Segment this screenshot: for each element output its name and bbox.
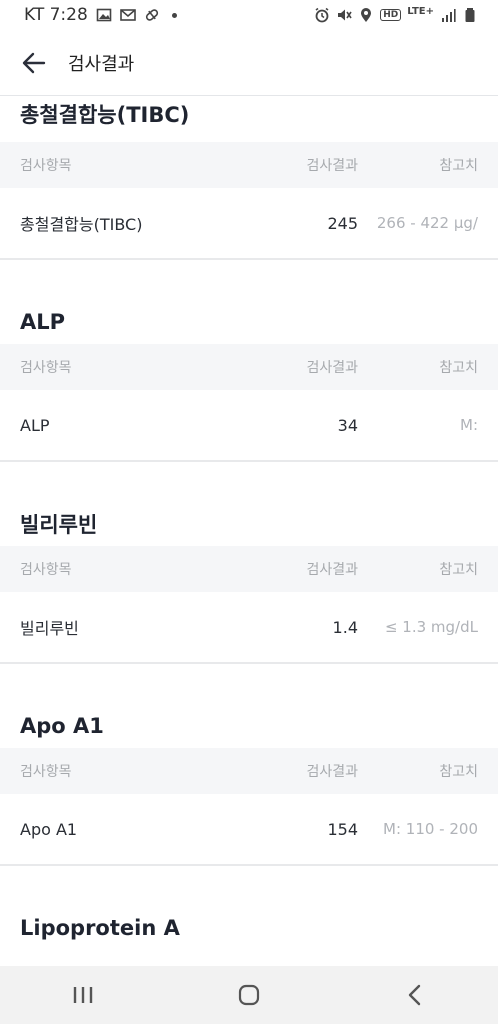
section-title: 빌리루빈 <box>20 513 98 537</box>
header-reference: 참고치 <box>439 158 478 174</box>
table-header: 검사항목 검사결과 참고치 <box>0 748 498 794</box>
home-icon <box>238 984 260 1006</box>
results-list[interactable]: 총철결합능(TIBC) 검사항목 검사결과 참고치 총철결합능(TIBC) 24… <box>0 96 498 950</box>
result-value: 1.4 <box>332 617 358 637</box>
reference-range: M: 110 - 200 <box>383 820 478 838</box>
header-reference: 참고치 <box>439 562 478 578</box>
result-section-tibc: 총철결합능(TIBC) 검사항목 검사결과 참고치 총철결합능(TIBC) 24… <box>0 96 498 260</box>
gallery-icon <box>96 7 112 23</box>
recent-apps-button[interactable] <box>53 975 113 1015</box>
back-arrow-icon <box>22 52 46 73</box>
table-row[interactable]: 총철결합능(TIBC) 245 266 - 422 μg/ <box>0 188 498 260</box>
back-button[interactable] <box>20 49 48 77</box>
result-value: 154 <box>327 819 358 839</box>
network-type: LTE+ <box>407 5 434 17</box>
status-left: KT 7:28 <box>24 5 177 25</box>
result-value: 34 <box>337 415 358 435</box>
section-title: Lipoprotein A <box>20 916 180 940</box>
home-button[interactable] <box>219 975 279 1015</box>
notification-dot-icon <box>171 12 177 18</box>
system-nav-bar <box>0 966 498 1024</box>
section-title: Apo A1 <box>20 714 104 738</box>
reference-range: 266 - 422 μg/ <box>376 214 478 232</box>
header-result: 검사결과 <box>306 562 358 578</box>
header-reference: 참고치 <box>439 360 478 376</box>
mute-icon <box>336 7 352 23</box>
table-row[interactable]: Apo A1 154 M: 110 - 200 <box>0 794 498 866</box>
status-right: HD LTE+ <box>314 5 478 23</box>
table-row[interactable]: 빌리루빈 1.4 ≤ 1.3 mg/dL <box>0 592 498 664</box>
recent-apps-icon <box>73 987 93 1003</box>
pill-icon <box>144 7 160 23</box>
header-result: 검사결과 <box>306 360 358 376</box>
result-section-alp: ALP 검사항목 검사결과 참고치 ALP 34 M: <box>0 300 498 462</box>
alarm-icon <box>314 7 330 23</box>
item-name: ALP <box>20 415 50 435</box>
app-bar: 검사결과 <box>0 30 498 96</box>
result-section-lipoprotein-a: Lipoprotein A <box>0 906 498 950</box>
page-title: 검사결과 <box>68 53 135 75</box>
back-nav-button[interactable] <box>385 975 445 1015</box>
reference-range: M: <box>460 416 478 434</box>
section-title: 총철결합능(TIBC) <box>20 103 190 127</box>
table-row[interactable]: ALP 34 M: <box>0 390 498 462</box>
result-section-apo-a1: Apo A1 검사항목 검사결과 참고치 Apo A1 154 M: 110 -… <box>0 704 498 866</box>
table-header: 검사항목 검사결과 참고치 <box>0 344 498 390</box>
chevron-left-icon <box>408 984 421 1006</box>
item-name: 빌리루빈 <box>20 619 79 638</box>
header-result: 검사결과 <box>306 158 358 174</box>
result-section-bilirubin: 빌리루빈 검사항목 검사결과 참고치 빌리루빈 1.4 ≤ 1.3 mg/dL <box>0 502 498 664</box>
item-name: 총철결합능(TIBC) <box>20 215 143 234</box>
status-bar: KT 7:28 HD LTE+ <box>0 0 498 30</box>
result-value: 245 <box>327 213 358 233</box>
reference-range: ≤ 1.3 mg/dL <box>384 618 478 636</box>
header-item: 검사항목 <box>20 360 72 376</box>
item-name: Apo A1 <box>20 819 78 839</box>
carrier-time: KT 7:28 <box>24 5 88 25</box>
header-item: 검사항목 <box>20 158 72 174</box>
signal-icon <box>440 7 456 23</box>
hd-badge: HD <box>380 9 402 21</box>
battery-icon <box>462 7 478 23</box>
mail-icon <box>119 7 136 23</box>
header-item: 검사항목 <box>20 562 72 578</box>
header-item: 검사항목 <box>20 764 72 780</box>
table-header: 검사항목 검사결과 참고치 <box>0 546 498 592</box>
section-title: ALP <box>20 310 66 334</box>
table-header: 검사항목 검사결과 참고치 <box>0 142 498 188</box>
header-result: 검사결과 <box>306 764 358 780</box>
location-icon <box>358 7 374 23</box>
header-reference: 참고치 <box>439 764 478 780</box>
screen: KT 7:28 HD LTE+ 검사결과 총철결합능(TIBC) 검사항목 검사… <box>0 0 498 1024</box>
